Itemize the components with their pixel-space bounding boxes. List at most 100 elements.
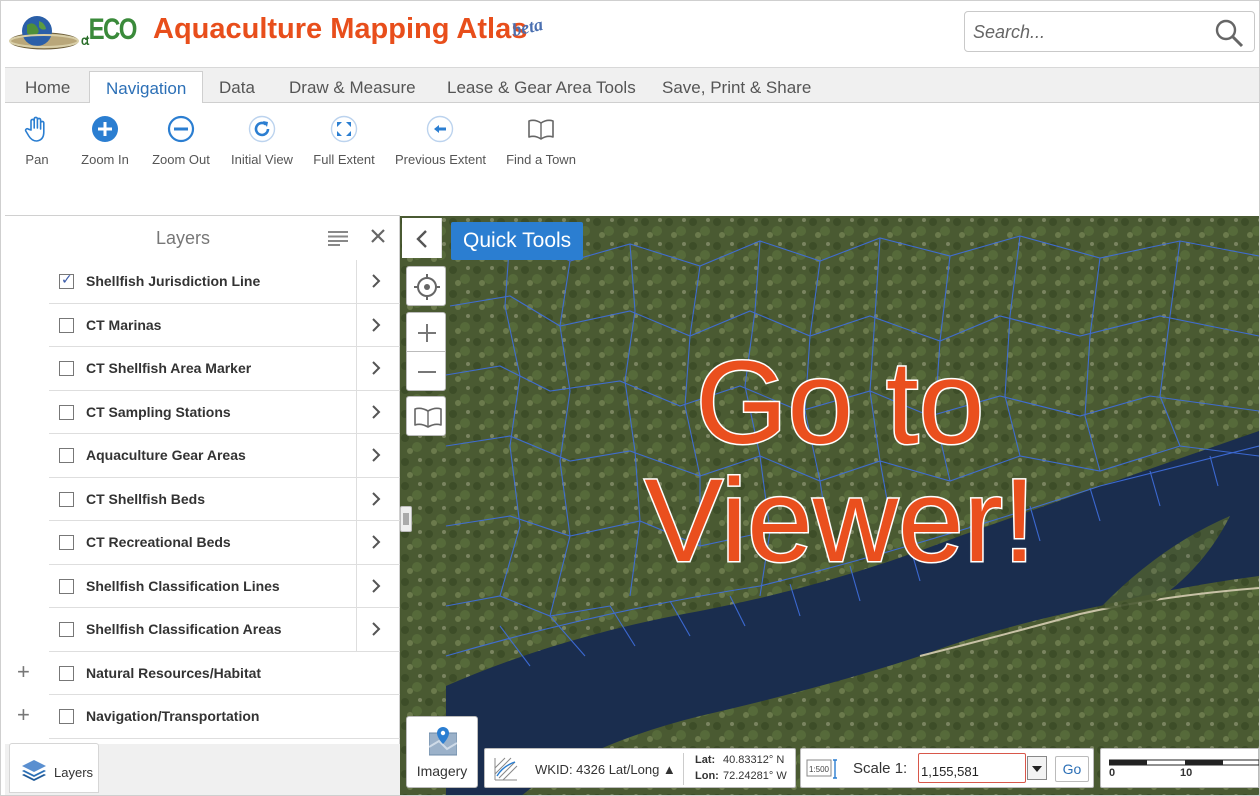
full-extent-tool[interactable]: Full Extent	[313, 115, 375, 167]
tab-draw-measure[interactable]: Draw & Measure	[273, 71, 432, 104]
navigation-toolbar: Pan Zoom In Zoom Out Initial View Full E…	[5, 103, 1259, 215]
latitude-readout: Lat: 40.83312° N	[695, 754, 785, 766]
layer-checkbox[interactable]	[59, 317, 74, 333]
coordinate-widget: WKID: 4326 Lat/Long ▲ Lat: 40.83312° N Lo…	[484, 748, 796, 788]
layer-name: CT Shellfish Area Marker	[86, 360, 252, 376]
collapse-panel-button[interactable]	[402, 218, 442, 258]
layer-name: Shellfish Classification Areas	[86, 621, 282, 637]
layer-name: CT Sampling Stations	[86, 403, 231, 420]
scale-icon-text: 1:500	[809, 765, 830, 774]
globe-logo-icon	[9, 16, 79, 50]
scale-dropdown-button[interactable]	[1027, 756, 1047, 780]
tab-save-print-share[interactable]: Save, Print & Share	[646, 71, 827, 104]
expand-plus-icon[interactable]: +	[17, 660, 30, 682]
layer-name: Shellfish Classification Lines	[86, 577, 280, 594]
layer-checkbox[interactable]	[59, 448, 74, 463]
zoom-out-icon	[167, 115, 195, 143]
crosshair-icon	[414, 274, 440, 300]
basemap-imagery-button[interactable]: Imagery	[406, 716, 478, 788]
full-extent-icon	[330, 115, 358, 143]
scale-bar-tick: 0	[1109, 767, 1116, 779]
layer-list: Shellfish Jurisdiction Line CT Marinas C…	[5, 260, 400, 739]
layer-checkbox[interactable]	[59, 665, 74, 681]
longitude-readout: Lon: 72.24281° W	[695, 770, 787, 782]
menu-lines-icon[interactable]	[328, 230, 348, 246]
go-to-viewer-link[interactable]: Go to Viewer!	[600, 343, 1080, 587]
scale-input[interactable]	[918, 753, 1026, 783]
panel-resize-handle[interactable]	[400, 506, 412, 532]
zoom-in-icon	[92, 116, 118, 142]
layer-checkbox[interactable]	[59, 361, 74, 376]
zoom-out-tool[interactable]: Zoom Out	[149, 115, 213, 167]
app-title: Aquaculture Mapping Atlas	[153, 13, 528, 45]
ribbon-tab-bar: Home Navigation Data Draw & Measure Leas…	[5, 67, 1259, 104]
layer-row-ct-marinas: CT Marinas	[5, 303, 400, 347]
expand-plus-icon[interactable]: +	[17, 704, 30, 726]
map-zoom-in-button[interactable]	[406, 312, 446, 352]
layer-name: CT Marinas	[86, 316, 162, 333]
chevron-right-icon[interactable]	[371, 621, 381, 637]
book-icon	[414, 407, 442, 428]
search-icon[interactable]	[1214, 18, 1244, 48]
layer-group-natural-resources-habitat: + Natural Resources/Habitat	[5, 652, 400, 695]
layer-row-aquaculture-gear-areas: Aquaculture Gear Areas	[5, 434, 400, 478]
chevron-right-icon[interactable]	[371, 578, 381, 594]
layer-checkbox[interactable]	[59, 535, 74, 550]
chevron-right-icon[interactable]	[371, 447, 381, 463]
layers-widget-tab[interactable]: Layers	[9, 743, 99, 793]
chevron-right-icon[interactable]	[371, 534, 381, 550]
pan-tool[interactable]: Pan	[19, 115, 55, 167]
app-window: ctECO Aquaculture Mapping Atlas beta Hom…	[0, 0, 1260, 796]
wkid-selector[interactable]: WKID: 4326 Lat/Long ▲	[535, 762, 676, 777]
scale-bar: 0 10	[1100, 748, 1259, 788]
layer-row-ct-sampling-stations: CT Sampling Stations	[5, 390, 400, 434]
previous-extent-tool[interactable]: Previous Extent	[395, 115, 486, 167]
layer-name: Natural Resources/Habitat	[86, 664, 262, 681]
layers-stack-icon	[22, 760, 46, 781]
scale-ruler-icon: 1:500	[806, 759, 837, 779]
go-to-viewer-line2: Viewer!	[643, 455, 1037, 587]
tab-lease-gear-tools[interactable]: Lease & Gear Area Tools	[431, 71, 652, 104]
scale-go-button[interactable]: Go	[1055, 756, 1089, 782]
coordinate-grid-icon[interactable]	[491, 754, 521, 784]
layer-checkbox[interactable]	[59, 491, 74, 507]
layer-row-ct-recreational-beds: CT Recreational Beds	[5, 521, 400, 565]
chevron-right-icon[interactable]	[371, 360, 381, 376]
layer-checkbox[interactable]	[59, 622, 74, 637]
tab-navigation[interactable]: Navigation	[89, 71, 204, 104]
chevron-right-icon[interactable]	[371, 491, 381, 507]
layer-checkbox[interactable]	[59, 578, 74, 594]
find-a-town-tool[interactable]: Find a Town	[503, 115, 579, 167]
chevron-right-icon[interactable]	[371, 404, 381, 420]
layer-name: Navigation/Transportation	[86, 708, 260, 724]
search-input[interactable]	[973, 20, 1203, 44]
tab-data[interactable]: Data	[203, 71, 271, 104]
chevron-right-icon[interactable]	[371, 273, 381, 289]
scale-widget: 1:500 Scale 1: Go	[800, 748, 1094, 788]
chevron-right-icon[interactable]	[371, 317, 381, 333]
quick-tools-button[interactable]: Quick Tools	[451, 222, 584, 260]
layer-row-shellfish-classification-areas: Shellfish Classification Areas	[5, 608, 400, 652]
layer-checkbox[interactable]	[59, 272, 74, 289]
layers-panel: Layers Shellfish Jurisdiction Line CT Ma…	[5, 215, 400, 795]
map-view[interactable]: Quick Tools Go to Viewer! Imagery WKID: …	[400, 216, 1259, 795]
layer-row-ct-shellfish-area-marker: CT Shellfish Area Marker	[5, 347, 400, 391]
layer-checkbox[interactable]	[59, 709, 74, 724]
plus-icon	[418, 324, 436, 342]
layer-checkbox[interactable]	[59, 404, 74, 420]
back-arrow-icon	[426, 115, 454, 143]
close-icon[interactable]	[370, 228, 386, 244]
locate-button[interactable]	[406, 266, 446, 306]
zoom-in-tool[interactable]: Zoom In	[77, 115, 133, 167]
header: ctECO Aquaculture Mapping Atlas beta	[1, 1, 1259, 67]
map-pin-icon	[429, 727, 457, 756]
scale-bar-tick: 10	[1180, 767, 1193, 779]
scale-label: Scale 1:	[853, 760, 908, 777]
book-icon	[528, 119, 554, 140]
tab-home[interactable]: Home	[9, 71, 86, 104]
map-zoom-out-button[interactable]	[406, 351, 446, 391]
search-box	[964, 11, 1255, 52]
initial-view-tool[interactable]: Initial View	[229, 115, 295, 167]
layer-row-shellfish-jurisdiction-line: Shellfish Jurisdiction Line	[5, 260, 400, 304]
map-bookmark-button[interactable]	[406, 396, 446, 436]
